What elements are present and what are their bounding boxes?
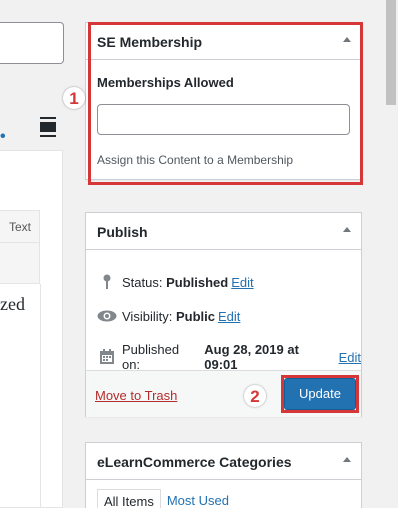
status-value: Published [166, 274, 229, 290]
published-on-value: Aug 28, 2019 at 09:01 [204, 342, 299, 372]
step-1-badge: 1 [63, 87, 85, 109]
published-on-label: Published on: [121, 342, 180, 372]
editor-area[interactable] [0, 150, 63, 508]
collapse-toggle-icon[interactable] [343, 457, 351, 462]
category-tabs: All Items Most Used [97, 489, 235, 508]
title-input[interactable] [0, 22, 64, 64]
tab-most-used[interactable]: Most Used [161, 489, 235, 508]
scrollbar-thumb[interactable] [386, 0, 396, 105]
categories-title: eLearnCommerce Categories [97, 454, 292, 470]
editor-toolbar [0, 242, 40, 284]
categories-header[interactable]: eLearnCommerce Categories [86, 443, 361, 480]
status-label: Status: [122, 274, 163, 290]
editor-divider [40, 284, 41, 508]
published-on-edit-link[interactable]: Edit [339, 350, 361, 365]
visibility-value: Public [175, 308, 215, 324]
visibility-row: Visibility: Public Edit [97, 307, 240, 325]
move-to-trash-link[interactable]: Move to Trash [95, 388, 177, 403]
calendar-icon [97, 348, 117, 366]
publish-header[interactable]: Publish [86, 213, 361, 250]
add-media-icon[interactable]: • [0, 129, 6, 145]
editor-content[interactable]: zed [0, 294, 25, 315]
publish-title: Publish [97, 224, 148, 240]
status-row: Status: Published Edit [97, 273, 254, 291]
collapse-toggle-icon[interactable] [343, 227, 351, 232]
tab-all-items[interactable]: All Items [97, 489, 161, 508]
visibility-edit-link[interactable]: Edit [218, 309, 240, 324]
highlight-box-membership [88, 22, 363, 185]
align-center-icon[interactable] [38, 116, 58, 138]
highlight-box-update [281, 375, 359, 413]
status-edit-link[interactable]: Edit [231, 275, 253, 290]
published-on-row: Published on: Aug 28, 2019 at 09:01 Edit [97, 342, 361, 372]
step-2-badge: 2 [244, 385, 266, 407]
tab-text[interactable]: Text [0, 210, 40, 242]
pin-icon [97, 273, 117, 291]
categories-box: eLearnCommerce Categories All Items Most… [85, 442, 362, 508]
eye-icon [97, 307, 117, 325]
visibility-label: Visibility: [122, 308, 173, 324]
tab-text-label: Text [8, 220, 31, 234]
